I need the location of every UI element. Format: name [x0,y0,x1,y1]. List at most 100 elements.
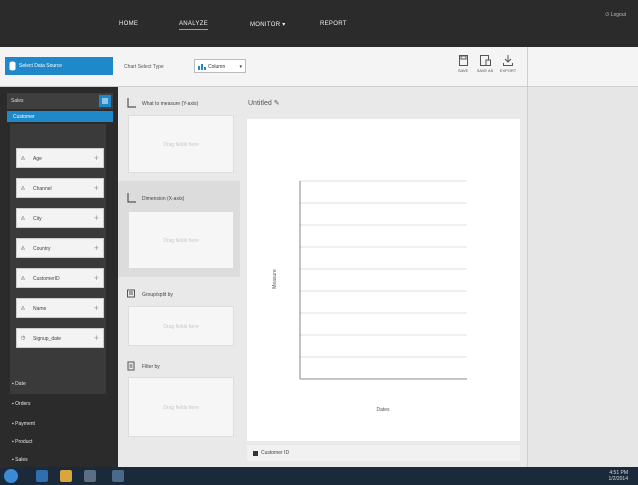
y-axis-label: Measure [272,269,278,289]
field-customerid[interactable]: ◬ CustomerID + [16,268,104,288]
x-axis-label: Dates [376,407,390,413]
chart-type-value: Column [208,64,226,70]
dimension-drop-zone[interactable]: Drag fields here [128,211,234,269]
chart-type-select[interactable]: Column ▾ [194,59,246,73]
zone-title-text: Dimension (X-axis) [142,196,185,202]
folder-icon[interactable] [60,470,72,482]
legend-swatch [253,451,258,456]
add-icon[interactable]: + [94,333,99,343]
field-label: Channel [33,186,52,192]
dimension-icon: ◬ [21,215,25,221]
chart-canvas: Measure Dates [247,119,520,441]
dimension-icon: ◬ [21,275,25,281]
chart-title[interactable]: Untitled ✎ [248,99,280,107]
filter-drop-zone[interactable]: Drag fields here [128,377,234,437]
download-icon [503,55,513,66]
filter-icon [127,361,135,371]
field-age[interactable]: ◬ Age + [16,148,104,168]
properties-panel [528,87,638,467]
zone-title-text: Filter by [142,364,160,370]
empty-chart-svg: Measure Dates [272,180,467,413]
category-label: Payment [15,421,35,427]
measure-drop-zone[interactable]: Drag fields here [128,115,234,173]
browser-icon[interactable] [36,470,48,482]
field-label: Country [33,246,51,252]
sidebar-item-product[interactable]: ▪ Product [12,439,32,445]
group-drop-zone[interactable]: Drag fields here [128,306,234,346]
chevron-down-icon: ▾ [239,64,242,70]
clock-date: 1/2/2014 [608,476,628,482]
save-label: SAVE [457,68,469,73]
dimension-icon: ◬ [21,155,25,161]
field-city[interactable]: ◬ City + [16,208,104,228]
zone-title-dimension: Dimension (X-axis) [127,193,185,203]
add-icon[interactable]: + [94,303,99,313]
nav-monitor[interactable]: MONITOR ▾ [250,21,286,28]
start-icon[interactable] [4,469,18,483]
sidebar-item-sales[interactable]: ▪ Sales [12,457,28,463]
field-label: Age [33,156,42,162]
app-icon[interactable] [112,470,124,482]
field-signup-date[interactable]: ◷ Signup_date + [16,328,104,348]
add-icon[interactable]: + [94,213,99,223]
chart-title-text: Untitled [248,100,272,107]
zone-title-group: Group/split by [127,289,173,298]
clock-icon: ◷ [21,335,26,341]
save-icon [458,55,468,66]
dataset-header[interactable]: Sales [7,93,113,109]
field-label: Name [33,306,47,312]
field-label: Signup_date [33,336,62,342]
chart-type-label: Chart Select Type [124,64,164,70]
system-clock[interactable]: 4:51 PM 1/2/2014 [609,470,628,482]
field-label: CustomerID [33,276,60,282]
zone-title-filter: Filter by [127,361,160,371]
group-icon [127,289,135,298]
select-data-source-button[interactable]: Select Data Source [5,57,113,75]
save-as-icon [479,55,491,66]
field-country[interactable]: ◬ Country + [16,238,104,258]
sidebar-item-orders[interactable]: ▪ Orders [12,401,30,407]
add-icon[interactable]: + [94,153,99,163]
drop-zones-panel: What to measure (Y-axis) Drag fields her… [118,87,240,467]
edit-icon[interactable]: ✎ [274,100,280,107]
select-data-source-label: Select Data Source [19,63,63,69]
zone-title-text: Group/split by [142,292,173,298]
field-label: City [33,216,42,222]
add-icon[interactable]: + [94,243,99,253]
zone-title-text: What to measure (Y-axis) [142,101,199,107]
export-label: EXPORT [499,68,517,73]
toolbar: Select Data Source Chart Select Type Col… [0,47,638,87]
dimension-icon: ◬ [21,305,25,311]
sidebar-item-date[interactable]: ▪ Date [12,381,26,387]
nav-report[interactable]: REPORT [320,21,347,27]
save-button[interactable]: SAVE [452,55,474,73]
add-icon[interactable]: + [94,273,99,283]
category-label: Product [15,439,33,445]
save-as-button[interactable]: SAVE AS [474,55,496,73]
menu-icon[interactable] [99,95,111,107]
export-button[interactable]: EXPORT [497,55,519,73]
logout-label: Logout [610,12,626,18]
bar-chart-icon [198,64,206,70]
chart-area: Untitled ✎ Measure Dates Customer ID [240,87,527,467]
dimension-icon: ◬ [21,185,25,191]
add-icon[interactable]: + [94,183,99,193]
field-name[interactable]: ◬ Name + [16,298,104,318]
dimension-icon: ◬ [21,245,25,251]
sidebar-item-customer[interactable]: Customer [7,111,113,122]
sidebar-item-payment[interactable]: ▪ Payment [12,421,35,427]
top-nav-bar: HOME ANALYZE MONITOR ▾ REPORT ⏻ Logout [0,0,638,47]
field-channel[interactable]: ◬ Channel + [16,178,104,198]
chart-legend: Customer ID [247,445,520,461]
app-icon[interactable] [84,470,96,482]
power-icon: ⏻ [605,12,610,18]
database-icon [9,61,16,71]
nav-home[interactable]: HOME [119,21,138,27]
category-label: Orders [15,401,31,407]
chevron-down-icon: ▾ [282,22,286,28]
logout-link[interactable]: ⏻ Logout [605,12,626,18]
nav-monitor-label: MONITOR [250,22,281,28]
category-label: Sales [15,457,28,463]
legend-label: Customer ID [261,450,290,456]
nav-analyze[interactable]: ANALYZE [179,21,208,30]
